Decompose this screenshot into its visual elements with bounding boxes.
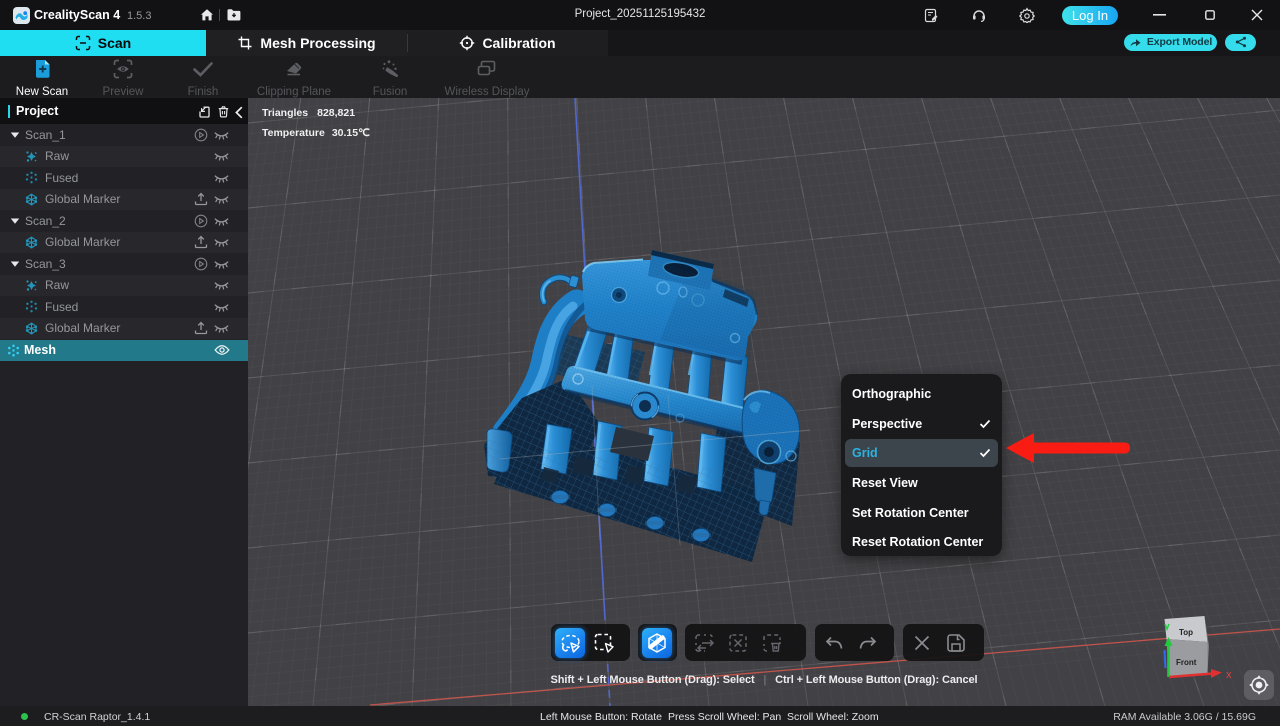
- svg-text:x: x: [1226, 669, 1232, 681]
- svg-text:Top: Top: [1179, 628, 1193, 637]
- svg-text:Front: Front: [1176, 658, 1197, 667]
